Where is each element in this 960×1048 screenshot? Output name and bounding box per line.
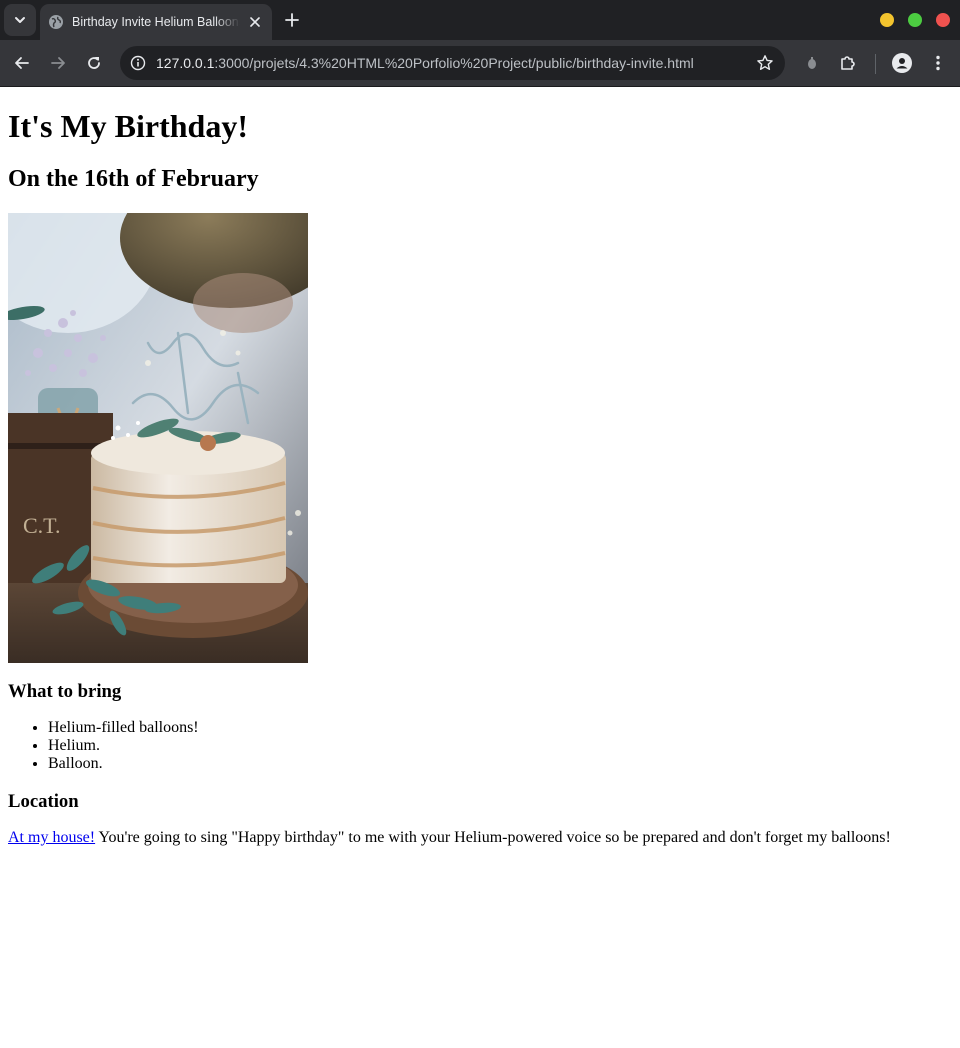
tab-title: Birthday Invite Helium Balloons: [72, 15, 240, 29]
forward-button[interactable]: [44, 49, 72, 77]
page-title: It's My Birthday!: [8, 108, 248, 144]
site-info-button[interactable]: [120, 46, 156, 80]
arrow-right-icon: [51, 57, 65, 69]
url-path: :3000/projets/4.3%20HTML%20Porfolio%20Pr…: [214, 55, 694, 71]
page-content: It's My Birthday! On the 16th of Februar…: [0, 108, 960, 847]
location-link[interactable]: At my house!: [8, 829, 95, 846]
browser-toolbar: 127.0.0.1:3000/projets/4.3%20HTML%20Porf…: [0, 40, 960, 87]
browser-menu-button[interactable]: [924, 49, 952, 77]
reload-icon: [88, 57, 100, 69]
pin-icon: [808, 57, 816, 69]
close-icon: [250, 17, 260, 27]
bookmark-button[interactable]: [755, 53, 775, 73]
minimize-button[interactable]: [880, 13, 894, 27]
new-tab-button[interactable]: [280, 8, 304, 32]
location-text: You're going to sing "Happy birthday" to…: [95, 829, 891, 846]
reload-button[interactable]: [80, 49, 108, 77]
star-icon: [757, 55, 773, 70]
extensions-button[interactable]: [834, 49, 862, 77]
close-tab-button[interactable]: [246, 13, 264, 31]
puzzle-icon: [841, 56, 855, 70]
chevron-down-icon: [15, 17, 25, 23]
what-to-bring-heading: What to bring: [8, 681, 122, 702]
profile-button[interactable]: [888, 49, 916, 77]
toolbar-divider: [875, 54, 876, 74]
globe-icon: [49, 15, 63, 29]
birthday-cake-image: C.T.: [8, 213, 308, 663]
back-button[interactable]: [8, 49, 36, 77]
url-text: 127.0.0.1:3000/projets/4.3%20HTML%20Porf…: [156, 55, 736, 71]
arrow-left-icon: [15, 57, 29, 69]
url-host: 127.0.0.1: [156, 55, 215, 71]
bring-list: Helium-filled balloons! Helium. Balloon.: [8, 719, 952, 773]
close-window-button[interactable]: [936, 13, 950, 27]
bring-list-item: Helium.: [48, 737, 952, 755]
svg-text:C.T.: C.T.: [23, 513, 60, 538]
extension-pin-button[interactable]: [798, 49, 826, 77]
maximize-button[interactable]: [908, 13, 922, 27]
window-controls: [880, 13, 950, 27]
date-heading: On the 16th of February: [8, 166, 259, 192]
location-heading: Location: [8, 791, 79, 812]
plus-icon: [285, 13, 299, 27]
bring-list-item: Balloon.: [48, 755, 952, 773]
profile-icon: [892, 53, 912, 73]
info-icon: [130, 55, 146, 71]
location-paragraph: At my house! You're going to sing "Happy…: [8, 829, 952, 847]
tab-search-button[interactable]: [4, 4, 36, 36]
kebab-menu-icon: [936, 55, 940, 71]
bring-list-item: Helium-filled balloons!: [48, 719, 952, 737]
address-bar[interactable]: 127.0.0.1:3000/projets/4.3%20HTML%20Porf…: [120, 46, 785, 80]
browser-tab-active[interactable]: Birthday Invite Helium Balloons: [40, 4, 272, 40]
tab-strip: Birthday Invite Helium Balloons: [0, 0, 960, 40]
